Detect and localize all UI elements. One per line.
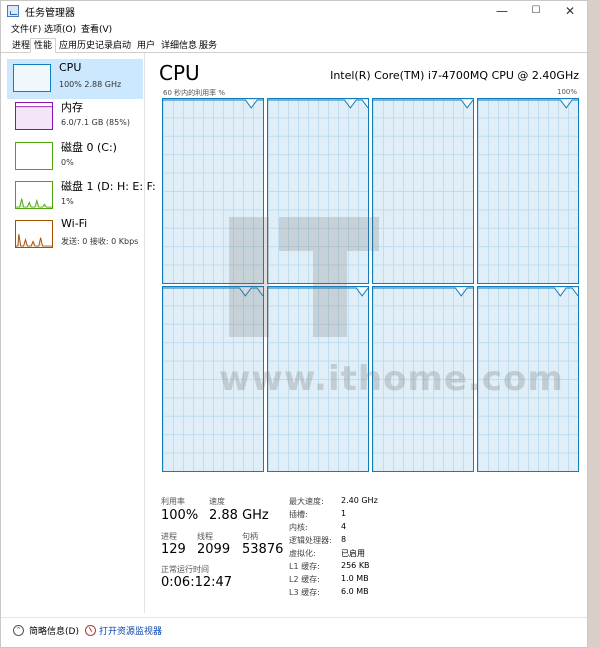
sidebar-item-label: 内存 [61,101,83,114]
sidebar-item-value: 6.0/7.1 GB (85%) [61,118,130,127]
handles-value: 53876 [242,542,284,557]
fewer-details-button[interactable]: 简略信息(D) [29,624,79,637]
footer-bar: ⌃ 简略信息(D) 打开资源监视器 [1,617,587,647]
logical-processor-graph [267,286,369,472]
logical-processor-graph [372,98,474,284]
detail-key: L1 缓存: [289,562,320,571]
window-title: 任务管理器 [25,8,75,19]
open-resource-monitor-link[interactable]: 打开资源监视器 [99,624,162,637]
logical-processor-graph [162,286,264,472]
disk-1-thumbnail-graph [15,181,53,209]
logical-processor-graph [477,98,579,284]
cpu-stats: 利用率 100% 速度 2.88 GHz 进程 129 线程 2099 句柄 5… [161,494,581,604]
utilization-value: 100% [161,508,199,523]
speed-value: 2.88 GHz [209,508,269,523]
cpu-usage-area [268,99,368,283]
sidebar-item-value: 1% [61,197,74,206]
sidebar-item-value: 0% [61,158,74,167]
uptime-label: 正常运行时间 [161,565,209,574]
sidebar-item-label: CPU [59,61,82,74]
processes-value: 129 [161,542,186,557]
graph-axis-label: 60 秒内的利用率 % [163,89,226,97]
close-button[interactable]: ✕ [553,1,587,21]
detail-value: 256 KB [341,561,370,570]
detail-key: L2 缓存: [289,575,320,584]
detail-key: 插槽: [289,510,308,519]
menu-bar: 文件(F) 选项(O) 查看(V) [1,21,587,37]
wifi-thumbnail-graph [15,220,53,248]
cpu-usage-area [373,99,473,283]
cpu-model-name: Intel(R) Core(TM) i7-4700MQ CPU @ 2.40GH… [330,69,579,82]
resource-sidebar: CPU 100% 2.88 GHz 内存 6.0/7.1 GB (85%) 磁盘… [1,53,156,613]
task-manager-window: 任务管理器 — ☐ ✕ 文件(F) 选项(O) 查看(V) 进程 性能 应用历史… [0,0,588,648]
resource-monitor-icon[interactable] [85,625,96,636]
sidebar-item-value: 100% 2.88 GHz [59,80,122,89]
sidebar-item-disk-1[interactable]: 磁盘 1 (D: H: E: F: 1% [9,176,156,216]
utilization-label: 利用率 [161,497,185,506]
processes-label: 进程 [161,532,177,541]
sidebar-item-cpu[interactable]: CPU 100% 2.88 GHz [7,59,143,99]
logical-processor-graph [162,98,264,284]
menu-file[interactable]: 文件(F) [11,22,41,35]
detail-value: 4 [341,522,347,531]
menu-options[interactable]: 选项(O) [44,22,76,35]
cpu-thumbnail-graph [13,64,51,92]
cpu-usage-area [163,287,263,471]
speed-label: 速度 [209,497,225,506]
detail-value: 1.0 MB [341,574,369,583]
tab-users[interactable]: 用户 [133,38,159,53]
task-manager-icon [7,5,19,17]
cpu-usage-area [268,287,368,471]
detail-value: 已启用 [341,549,365,558]
cpu-usage-area [163,99,263,283]
sidebar-item-disk-0[interactable]: 磁盘 0 (C:) 0% [9,137,143,177]
maximize-button[interactable]: ☐ [519,1,553,21]
logical-processor-graphs [162,98,580,530]
cpu-usage-area [478,287,578,471]
uptime-value: 0:06:12:47 [161,575,233,590]
tab-app-history[interactable]: 应用历史记录 [55,38,117,53]
title-bar[interactable]: 任务管理器 — ☐ ✕ [1,1,587,21]
memory-thumbnail-graph [15,102,53,130]
sidebar-item-label: 磁盘 0 (C:) [61,141,117,154]
logical-processor-graph [267,98,369,284]
detail-key: 虚拟化: [289,549,316,558]
menu-view[interactable]: 查看(V) [81,22,112,35]
detail-key: 内核: [289,523,308,532]
cpu-usage-area [478,99,578,283]
detail-key: L3 缓存: [289,588,320,597]
detail-value: 1 [341,509,347,518]
detail-key: 最大速度: [289,497,324,506]
tab-bar: 进程 性能 应用历史记录 启动 用户 详细信息 服务 [1,37,587,53]
disk-0-thumbnail-graph [15,142,53,170]
threads-value: 2099 [197,542,231,557]
chevron-up-icon[interactable]: ⌃ [13,625,24,636]
detail-key: 逻辑处理器: [289,536,332,545]
detail-value: 6.0 MB [341,587,369,596]
sidebar-item-memory[interactable]: 内存 6.0/7.1 GB (85%) [9,97,143,137]
sidebar-item-label: 磁盘 1 (D: H: E: F: [61,180,156,193]
detail-value: 2.40 GHz [341,496,378,505]
tab-performance[interactable]: 性能 [30,38,57,53]
tab-services[interactable]: 服务 [195,38,221,53]
minimize-button[interactable]: — [485,1,519,21]
detail-value: 8 [341,535,347,544]
sidebar-item-label: Wi-Fi [61,217,88,230]
tab-startup[interactable]: 启动 [109,38,135,53]
threads-label: 线程 [197,532,213,541]
graph-max-label: 100% [556,88,577,96]
cpu-usage-area [373,287,473,471]
sidebar-item-value: 发送: 0 接收: 0 Kbps [61,237,139,246]
page-title: CPU [159,61,200,85]
logical-processor-graph [477,286,579,472]
handles-label: 句柄 [242,532,258,541]
logical-processor-graph [372,286,474,472]
sidebar-item-wifi[interactable]: Wi-Fi 发送: 0 接收: 0 Kbps [9,215,143,255]
